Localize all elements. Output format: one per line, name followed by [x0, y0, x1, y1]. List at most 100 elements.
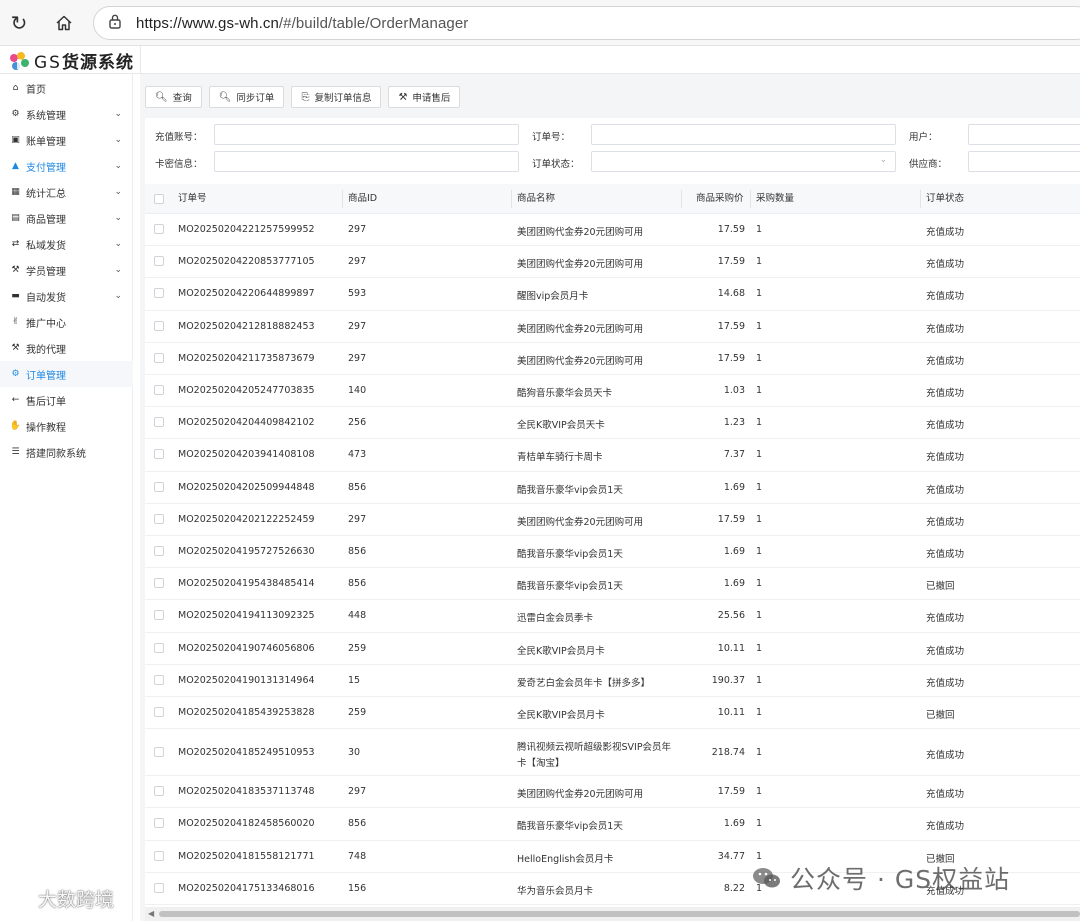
row-checkbox[interactable]: [154, 320, 164, 331]
row-checkbox[interactable]: [154, 352, 164, 363]
cell-product-id: 140: [348, 385, 367, 397]
sidebar-item-label: 订单管理: [26, 370, 66, 382]
table-row[interactable]: MO20250204185439253828 259 10.11 1 已撤回 全民K歌VI…: [145, 697, 1080, 730]
lock-icon[interactable]: [108, 13, 122, 33]
cell-qty: 1: [756, 320, 763, 332]
header-price[interactable]: 商品采购价: [696, 184, 744, 214]
cell-qty: 1: [756, 256, 763, 268]
sidebar-item-10[interactable]: ✌ 推广中心: [0, 309, 133, 335]
row-checkbox[interactable]: [154, 786, 164, 797]
order-status-select[interactable]: ⌄: [591, 151, 896, 172]
sidebar-item-15[interactable]: ☰ 搭建同款系统: [0, 439, 133, 465]
apply-after-sale-button[interactable]: ⚒ 申请售后: [388, 86, 461, 108]
table-row[interactable]: MO20250204195438485414 856 1.69 1 已撤回 酷我音乐豪华v…: [145, 568, 1080, 601]
sidebar-item-14[interactable]: ✋ 操作教程: [0, 413, 133, 439]
table-row[interactable]: MO20250204212818882453 297 17.59 1 充值成功 美团团购代…: [145, 311, 1080, 343]
row-checkbox[interactable]: [154, 746, 164, 757]
row-checkbox[interactable]: [154, 288, 164, 299]
scroll-left-icon[interactable]: ◀: [148, 909, 154, 918]
table-row[interactable]: MO20250204221257599952 297 17.59 1 充值成功 美团团购代…: [145, 214, 1080, 247]
row-checkbox[interactable]: [154, 256, 164, 267]
header-qty[interactable]: 采购数量: [756, 184, 794, 214]
table-row[interactable]: MO20250204194113092325 448 25.56 1 充值成功 迅雷白金会…: [145, 600, 1080, 633]
horizontal-scrollbar[interactable]: ◀: [145, 907, 1080, 921]
cell-price: 14.68: [717, 288, 745, 300]
order-status-label: 订单状态：: [532, 159, 580, 170]
table-row[interactable]: MO20250204190131314964 15 190.37 1 充值成功 爱奇艺白金…: [145, 665, 1080, 697]
cell-status: 充值成功: [926, 227, 965, 239]
sidebar-item-6[interactable]: ▤ 商品管理 ⌄: [0, 205, 133, 231]
header-product-id[interactable]: 商品ID: [348, 184, 377, 214]
sync-orders-button[interactable]: 🔍︎ 同步订单: [208, 86, 285, 108]
cell-product-name: 美团团购代金券20元团购可用: [517, 789, 644, 801]
row-checkbox[interactable]: [154, 546, 164, 557]
table-row[interactable]: MO20250204220644899897 593 14.68 1 充值成功 醒图vip…: [145, 278, 1080, 311]
row-checkbox[interactable]: [154, 481, 164, 492]
sidebar-item-label: 账单管理: [26, 136, 66, 148]
home-browser-icon[interactable]: [52, 11, 76, 35]
table-row[interactable]: MO20250204220853777105 297 17.59 1 充值成功 美团团购代…: [145, 246, 1080, 279]
copy-order-info-button[interactable]: ⎘ 复制订单信息: [291, 86, 382, 108]
user-input[interactable]: [968, 124, 1080, 145]
sidebar-item-4[interactable]: ▲ 支付管理 ⌄: [0, 153, 133, 179]
table-row[interactable]: MO20250204203941408108 473 7.37 1 充值成功 青桔单车骑行…: [145, 439, 1080, 472]
sidebar-item-3[interactable]: ▣ 账单管理 ⌄: [0, 127, 133, 153]
table-row[interactable]: MO20250204183537113748 297 17.59 1 充值成功 美团团购代…: [145, 776, 1080, 809]
row-checkbox[interactable]: [154, 224, 164, 235]
table-row[interactable]: MO20250204202509944848 856 1.69 1 充值成功 酷我音乐豪华…: [145, 472, 1080, 504]
table-row[interactable]: MO20250204195727526630 856 1.69 1 充值成功 酷我音乐豪华…: [145, 536, 1080, 569]
sidebar-item-11[interactable]: ⚒ 我的代理: [0, 335, 133, 361]
table-row[interactable]: MO20250204202122252459 297 17.59 1 充值成功 美团团购代…: [145, 504, 1080, 536]
header-product-name[interactable]: 商品名称: [517, 184, 555, 214]
app-logo[interactable]: GS货源系统: [8, 48, 134, 73]
sidebar-item-label: 首页: [26, 84, 46, 96]
table-row[interactable]: MO20250204204409842102 256 1.23 1 充值成功 全民K歌VI…: [145, 407, 1080, 440]
row-checkbox[interactable]: [154, 449, 164, 460]
app-header: GS货源系统: [0, 46, 1080, 74]
header-order-no[interactable]: 订单号: [178, 184, 207, 214]
query-label: 查询: [172, 93, 192, 104]
query-button[interactable]: 🔍︎ 查询: [145, 86, 202, 108]
cell-qty: 1: [756, 546, 763, 558]
address-bar[interactable]: https://www.gs-wh.cn/#/build/table/Order…: [93, 6, 1080, 40]
row-checkbox[interactable]: [154, 707, 164, 718]
row-checkbox[interactable]: [154, 642, 164, 653]
row-checkbox[interactable]: [154, 385, 164, 396]
table-row[interactable]: MO20250204211735873679 297 17.59 1 充值成功 美团团购代…: [145, 343, 1080, 375]
row-checkbox[interactable]: [154, 513, 164, 524]
sidebar-item-7[interactable]: ⇄ 私域发货 ⌄: [0, 231, 133, 257]
sidebar-item-label: 我的代理: [26, 344, 66, 356]
logo-name: 货源系统: [61, 53, 134, 73]
cell-qty: 1: [756, 610, 763, 622]
supplier-select[interactable]: [968, 151, 1080, 172]
sidebar-item-9[interactable]: ▬ 自动发货 ⌄: [0, 283, 133, 309]
table-row[interactable]: MO20250204185249510953 30 218.74 1 充值成功 腾讯视频云…: [145, 729, 1080, 777]
table-row[interactable]: MO20250204205247703835 140 1.03 1 充值成功 酷狗音乐豪华…: [145, 375, 1080, 408]
recharge-account-input[interactable]: [214, 124, 519, 145]
user-label: 用户：: [909, 132, 938, 143]
card-info-input[interactable]: [214, 151, 519, 172]
scrollbar-thumb[interactable]: [159, 911, 1080, 917]
row-checkbox[interactable]: [154, 818, 164, 829]
cell-status: 充值成功: [926, 749, 965, 761]
row-checkbox[interactable]: [154, 850, 164, 861]
sidebar-item-5[interactable]: ▦ 统计汇总 ⌄: [0, 179, 133, 205]
sidebar-item-13[interactable]: ← 售后订单: [0, 387, 133, 413]
column-divider: [511, 190, 512, 208]
sidebar-item-12[interactable]: ⚙ 订单管理: [0, 361, 133, 387]
row-checkbox[interactable]: [154, 578, 164, 589]
table-row[interactable]: MO20250204182458560020 856 1.69 1 充值成功 酷我音乐豪华…: [145, 808, 1080, 841]
reload-icon[interactable]: ↻: [7, 11, 31, 35]
sidebar-item-8[interactable]: ⚒ 学员管理 ⌄: [0, 257, 133, 283]
order-no-input[interactable]: [591, 124, 896, 145]
select-all-checkbox[interactable]: [154, 194, 164, 204]
sidebar-item-2[interactable]: ⚙ 系统管理 ⌄: [0, 101, 133, 127]
row-checkbox[interactable]: [154, 610, 164, 621]
row-checkbox[interactable]: [154, 417, 164, 428]
row-checkbox[interactable]: [154, 882, 164, 893]
table-row[interactable]: MO20250204190746056806 259 10.11 1 充值成功 全民K歌V…: [145, 633, 1080, 665]
header-status[interactable]: 订单状态: [926, 184, 964, 214]
sidebar-item-1[interactable]: ⌂ 首页: [0, 75, 133, 101]
row-checkbox[interactable]: [154, 674, 164, 685]
arrow-left-icon: ←: [11, 395, 20, 405]
